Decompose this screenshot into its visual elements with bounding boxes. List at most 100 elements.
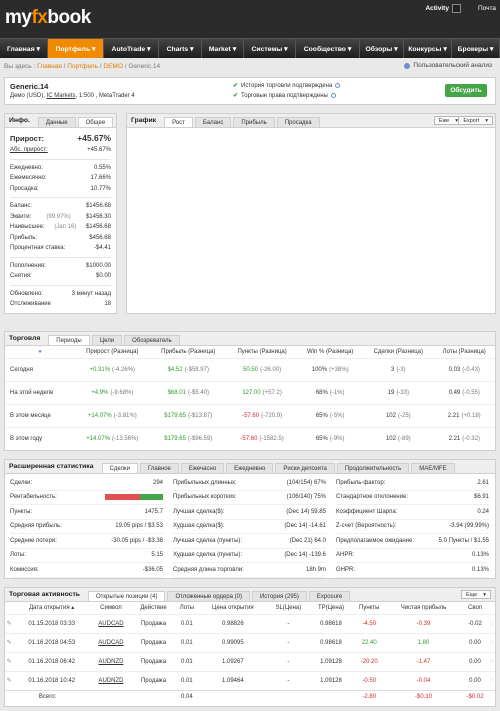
activity-tab[interactable]: Exposure (308, 591, 351, 601)
stats-tab[interactable]: Ежедневно (226, 463, 274, 473)
stat-value: $6.91 (473, 494, 489, 501)
cell-s[interactable]: AUDCAD (90, 633, 132, 652)
column-header[interactable]: Цена открытия (199, 602, 268, 614)
position-row[interactable]: ✎ 01.16.2018 06:42 AUDNZD Продажа 0.01 1.0926… (5, 652, 495, 671)
stats-tab[interactable]: Продолжительность (336, 463, 410, 473)
cell-d: 01.16.2018 06:42 (28, 658, 76, 665)
edit-icon[interactable]: ✎ (5, 671, 13, 690)
analysis-icon (404, 62, 411, 69)
tab-browser[interactable]: Обозреватель (124, 335, 180, 345)
cell-s[interactable]: AUDCAD (90, 614, 132, 633)
stat-row: Предполагаемое ожидание: 5.0 Пункты / $1.… (336, 534, 489, 549)
info-icon[interactable]: ◌ (489, 614, 495, 633)
stats-tab[interactable]: Главное (139, 463, 179, 473)
cell-l: 0.01 (181, 639, 193, 646)
activity-tab[interactable]: Открытые позиции (4) (87, 591, 166, 601)
column-header[interactable]: TP(Цена) (310, 602, 353, 614)
breadcrumb-demo[interactable]: DEMO (103, 63, 123, 70)
stats-tab[interactable]: Ежечасно (180, 463, 225, 473)
stat-label: AHPR: (336, 552, 355, 559)
info-icon[interactable]: ◌ (489, 652, 495, 671)
nav-item[interactable]: Market ▾ (202, 39, 244, 58)
help-icon[interactable] (335, 83, 341, 88)
messages-link[interactable]: Почта (478, 5, 496, 12)
activity-tab[interactable]: История (295) (251, 591, 307, 601)
stat-value: (Dec 14) -14.61 (284, 523, 326, 530)
export-dropdown[interactable]: Export ▾ (458, 116, 493, 125)
stat-label: Комиссия: (10, 566, 39, 573)
help-icon[interactable]: ● (5, 346, 75, 358)
stat-value: (106/140) 75% (286, 494, 326, 501)
stat-value: -30.05 pips / -$3.38 (111, 537, 163, 544)
column-header[interactable] (5, 602, 13, 614)
discuss-button[interactable]: Обсудить (445, 84, 487, 97)
cell-s[interactable]: AUDNZD (90, 652, 132, 671)
nav-item[interactable]: Сообщество ▾ (296, 39, 360, 58)
nav-item[interactable]: Брокеры ▾ (452, 39, 500, 58)
column-header[interactable]: Чистая прибыль (386, 602, 461, 614)
edit-icon[interactable]: ✎ (5, 633, 13, 652)
column-header[interactable] (489, 602, 495, 614)
breadcrumb-portfolio[interactable]: Портфель (67, 63, 98, 70)
cell-pt: 22.40 (361, 639, 377, 646)
tab-balance[interactable]: Баланс (194, 117, 232, 127)
cell-a: Продажа (140, 677, 167, 684)
cell-sl: - (287, 620, 290, 627)
help-icon[interactable] (330, 93, 336, 98)
stats-tab[interactable]: MAE/MFE (411, 463, 455, 473)
tab-drawdown[interactable]: Просадка (276, 117, 320, 127)
nav-item[interactable]: Главная ▾ (0, 39, 48, 58)
tab-profit[interactable]: Прибыль (233, 117, 275, 127)
custom-analysis-link[interactable]: Пользовательский анализ (404, 62, 492, 69)
tab-data[interactable]: Данные (37, 117, 76, 127)
breadcrumb-home[interactable]: Главная (37, 63, 62, 70)
stats-column: Прибыль-фактор: 2.61 Стандартное отклонени… (331, 474, 494, 580)
column-header[interactable]: Лоты (175, 602, 198, 614)
column-header[interactable]: Дата открытия ▴ (13, 602, 90, 614)
position-row[interactable]: ✎ 01.16.2018 04:53 AUDCAD Продажа 0.01 0.9909… (5, 633, 495, 652)
period-label: На этой неделе (10, 389, 54, 396)
column-header[interactable]: Пункты (352, 602, 386, 614)
nav-item[interactable]: Charts ▾ (159, 39, 202, 58)
nav-item[interactable]: AutoTrade ▾ (104, 39, 159, 58)
more-dropdown[interactable]: Еще ▾ (461, 590, 491, 599)
tab-general[interactable]: Общее (77, 117, 114, 127)
column-header[interactable]: Своп (461, 602, 489, 614)
broker-link[interactable]: IC Markets (47, 93, 76, 99)
nav-item[interactable]: Конкурсы ▾ (404, 39, 452, 58)
stat-label: Лучшая сделка (пункты): (173, 537, 243, 544)
activity-link[interactable]: Activity (425, 5, 448, 12)
diff: (+57.2) (262, 389, 282, 396)
tab-periods[interactable]: Периоды (48, 335, 90, 345)
edit-icon[interactable]: ✎ (5, 652, 13, 671)
edit-icon[interactable]: ✎ (5, 614, 13, 633)
value: -57.60 (240, 435, 258, 442)
profitability-bar (105, 494, 163, 501)
position-row[interactable]: ✎ 01.15.2018 03:33 AUDCAD Продажа 0.01 0.9882… (5, 614, 495, 633)
tab-growth[interactable]: Рост (164, 117, 193, 127)
activity-tab[interactable]: Отложенные ордера (0) (167, 591, 250, 601)
stats-column: Сделки: 294 Рентабельность: Пункты: 1475.7 Ср… (5, 474, 168, 580)
position-row[interactable]: ✎ 01.16.2018 10:42 AUDNZD Продажа 0.01 1.0946… (5, 671, 495, 690)
info-icon[interactable]: ◌ (489, 671, 495, 690)
column-header[interactable]: Символ (90, 602, 132, 614)
cell-s[interactable]: AUDNZD (90, 671, 132, 690)
value: 2.21 (448, 435, 461, 442)
info-icon[interactable]: ◌ (489, 633, 495, 652)
diff: (-9%) (329, 435, 345, 442)
column-header[interactable]: Действие (132, 602, 175, 614)
stats-tab[interactable]: Сделки (101, 463, 138, 473)
cell-sw: -0.02 (468, 620, 482, 627)
activity-toggle[interactable] (451, 4, 461, 13)
top-bar: myfxbook Activity Почта (0, 0, 500, 38)
nav-item[interactable]: Системы ▾ (244, 39, 296, 58)
stat-label: Прибыль-фактор: (336, 479, 386, 486)
cell-o: 1.09464 (222, 677, 244, 684)
tab-goals[interactable]: Цели (91, 335, 123, 345)
check-icon: ✔ (233, 93, 239, 99)
column-header[interactable]: SL(Цена) (267, 602, 309, 614)
nav-item[interactable]: Портфель ▾ (48, 39, 104, 58)
myfxbook-logo[interactable]: myfxbook (5, 7, 91, 29)
nav-item[interactable]: Обзоры ▾ (360, 39, 404, 58)
stats-tab[interactable]: Риски депозита (275, 463, 335, 473)
